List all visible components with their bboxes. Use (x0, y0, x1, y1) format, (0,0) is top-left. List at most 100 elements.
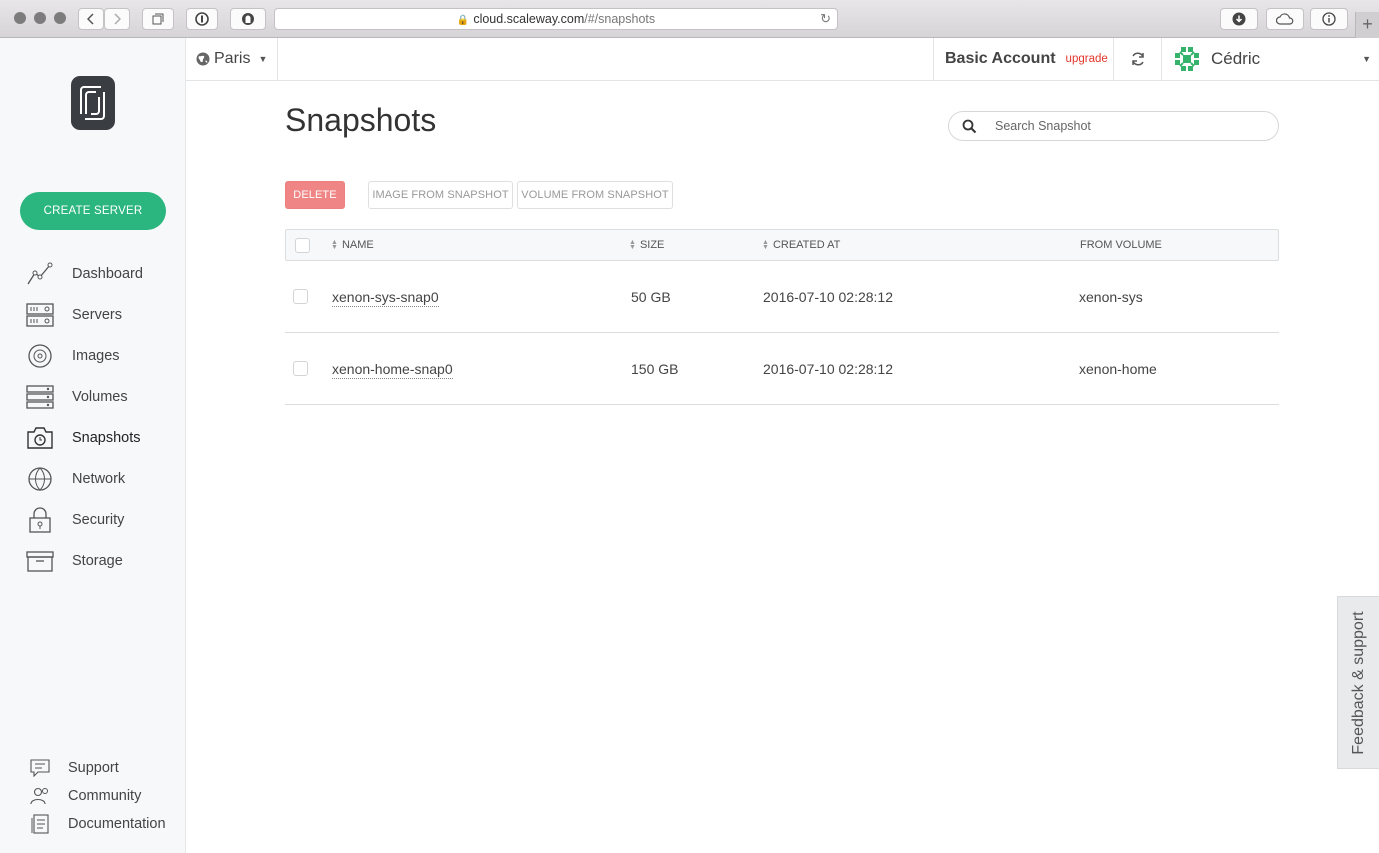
snapshots-table: ▲ ▼ NAME ▲ ▼ SIZE ▲ ▼ CREATED AT FROM VOLUME x… (285, 229, 1279, 405)
sidebar-item-label: Documentation (68, 816, 166, 832)
security-icon (26, 506, 54, 533)
minimize-window-icon[interactable] (34, 12, 46, 24)
password-extension-button[interactable] (186, 8, 218, 30)
sidebar-item-snapshots[interactable]: Snapshots (0, 417, 186, 458)
reload-icon[interactable]: ↻ (820, 9, 831, 29)
back-button[interactable] (78, 8, 104, 30)
user-menu[interactable]: Cédric ▼ (1161, 38, 1379, 80)
downloads-button[interactable] (1220, 8, 1258, 30)
browser-toolbar: 🔒 cloud.scaleway.com/#/snapshots ↻ + (0, 0, 1379, 38)
sort-icon: ▲ ▼ (331, 239, 338, 252)
caret-down-icon: ▼ (258, 54, 268, 64)
sidebar-item-volumes[interactable]: Volumes (0, 376, 186, 417)
avatar (1172, 44, 1202, 74)
snapshot-created-at: 2016-07-10 02:28:12 (763, 289, 893, 305)
search-input[interactable] (995, 119, 1265, 133)
snapshot-from-volume: xenon-home (1079, 361, 1157, 377)
column-header-name[interactable]: ▲ ▼ NAME (331, 230, 374, 260)
scaleway-logo[interactable] (71, 76, 115, 130)
create-server-button[interactable]: CREATE SERVER (20, 192, 166, 230)
password-icon (195, 12, 209, 26)
feedback-support-tab[interactable]: Feedback & support (1337, 596, 1379, 769)
table-header: ▲ ▼ NAME ▲ ▼ SIZE ▲ ▼ CREATED AT FROM VOLUME (285, 229, 1279, 261)
sidebar-item-community[interactable]: Community (0, 782, 186, 810)
region-label: Paris (214, 50, 251, 67)
snapshot-name-link[interactable]: xenon-sys-snap0 (332, 261, 439, 333)
snapshots-icon (26, 425, 54, 451)
snapshot-name-link[interactable]: xenon-home-snap0 (332, 333, 453, 405)
account-name: Basic Account (945, 50, 1056, 67)
chevron-right-icon (114, 13, 121, 25)
forward-button[interactable] (104, 8, 130, 30)
ghost-icon (242, 13, 254, 25)
sidebar-item-label: Volumes (72, 388, 128, 405)
cloud-icon (1276, 13, 1294, 25)
close-window-icon[interactable] (14, 12, 26, 24)
zoom-window-icon[interactable] (54, 12, 66, 24)
top-bar: Paris ▼ Basic Account upgrade Cédric ▼ (186, 38, 1379, 81)
sidebar-item-images[interactable]: Images (0, 335, 186, 376)
dashboard-icon (26, 261, 54, 287)
snapshot-from-volume: xenon-sys (1079, 289, 1143, 305)
sidebar-item-network[interactable]: Network (0, 458, 186, 499)
info-button[interactable] (1310, 8, 1348, 30)
row-checkbox[interactable] (293, 361, 308, 376)
chevron-left-icon (87, 13, 94, 25)
sidebar-item-security[interactable]: Security (0, 499, 186, 540)
search-box[interactable] (948, 111, 1279, 141)
lock-icon: 🔒 (456, 15, 470, 26)
info-icon (1322, 12, 1336, 26)
delete-button[interactable]: DELETE (285, 181, 345, 209)
sidebar-item-label: Servers (72, 306, 122, 323)
table-row: xenon-sys-snap0 50 GB 2016-07-10 02:28:1… (285, 261, 1279, 333)
sidebar-item-label: Security (72, 511, 125, 528)
sidebar-item-label: Images (72, 347, 120, 364)
sidebar-bottom-nav: Support Community Documentation (0, 754, 186, 838)
table-row: xenon-home-snap0 150 GB 2016-07-10 02:28… (285, 333, 1279, 405)
sidebar-item-documentation[interactable]: Documentation (0, 810, 186, 838)
sort-icon: ▲ ▼ (762, 239, 769, 252)
column-header-size[interactable]: ▲ ▼ SIZE (629, 230, 664, 260)
sidebar-item-storage[interactable]: Storage (0, 540, 186, 581)
download-icon (1232, 12, 1246, 26)
refresh-button[interactable] (1113, 38, 1161, 80)
sort-icon: ▲ ▼ (629, 239, 636, 252)
sidebar-nav: Dashboard Servers Images Volumes Snapsho… (0, 253, 186, 581)
url-path: /#/snapshots (584, 12, 656, 26)
feedback-label: Feedback & support (1349, 610, 1367, 755)
network-icon (26, 466, 54, 492)
support-icon (30, 758, 50, 778)
icloud-button[interactable] (1266, 8, 1304, 30)
search-icon (949, 119, 989, 134)
select-all-checkbox[interactable] (295, 238, 310, 253)
page-title: Snapshots (285, 102, 437, 138)
sidebar-item-dashboard[interactable]: Dashboard (0, 253, 186, 294)
sidebar: CREATE SERVER Dashboard Servers Images V… (0, 38, 186, 853)
snapshot-created-at: 2016-07-10 02:28:12 (763, 361, 893, 377)
refresh-icon (1131, 52, 1144, 66)
servers-icon (26, 302, 54, 328)
column-header-created-at[interactable]: ▲ ▼ CREATED AT (762, 230, 840, 260)
image-from-snapshot-button[interactable]: IMAGE FROM SNAPSHOT (368, 181, 513, 209)
address-bar[interactable]: 🔒 cloud.scaleway.com/#/snapshots ↻ (274, 8, 838, 30)
ghostery-extension-button[interactable] (230, 8, 266, 30)
upgrade-link[interactable]: upgrade (1066, 53, 1108, 65)
sidebar-item-support[interactable]: Support (0, 754, 186, 782)
sidebar-item-label: Dashboard (72, 265, 143, 282)
sidebar-item-label: Support (68, 760, 119, 776)
documentation-icon (30, 814, 50, 834)
account-info: Basic Account upgrade (933, 38, 1113, 80)
region-selector[interactable]: Paris ▼ (186, 38, 278, 80)
snapshot-size: 50 GB (631, 289, 671, 305)
storage-icon (26, 548, 54, 574)
sidebar-item-label: Snapshots (72, 429, 141, 446)
sidebar-item-label: Storage (72, 552, 123, 569)
column-header-from-volume: FROM VOLUME (1080, 239, 1162, 251)
volume-from-snapshot-button[interactable]: VOLUME FROM SNAPSHOT (517, 181, 673, 209)
sidebar-item-servers[interactable]: Servers (0, 294, 186, 335)
new-tab-button[interactable]: + (1355, 12, 1379, 38)
logo-icon (80, 86, 105, 120)
globe-icon (196, 52, 210, 66)
tabs-overview-button[interactable] (142, 8, 174, 30)
row-checkbox[interactable] (293, 289, 308, 304)
